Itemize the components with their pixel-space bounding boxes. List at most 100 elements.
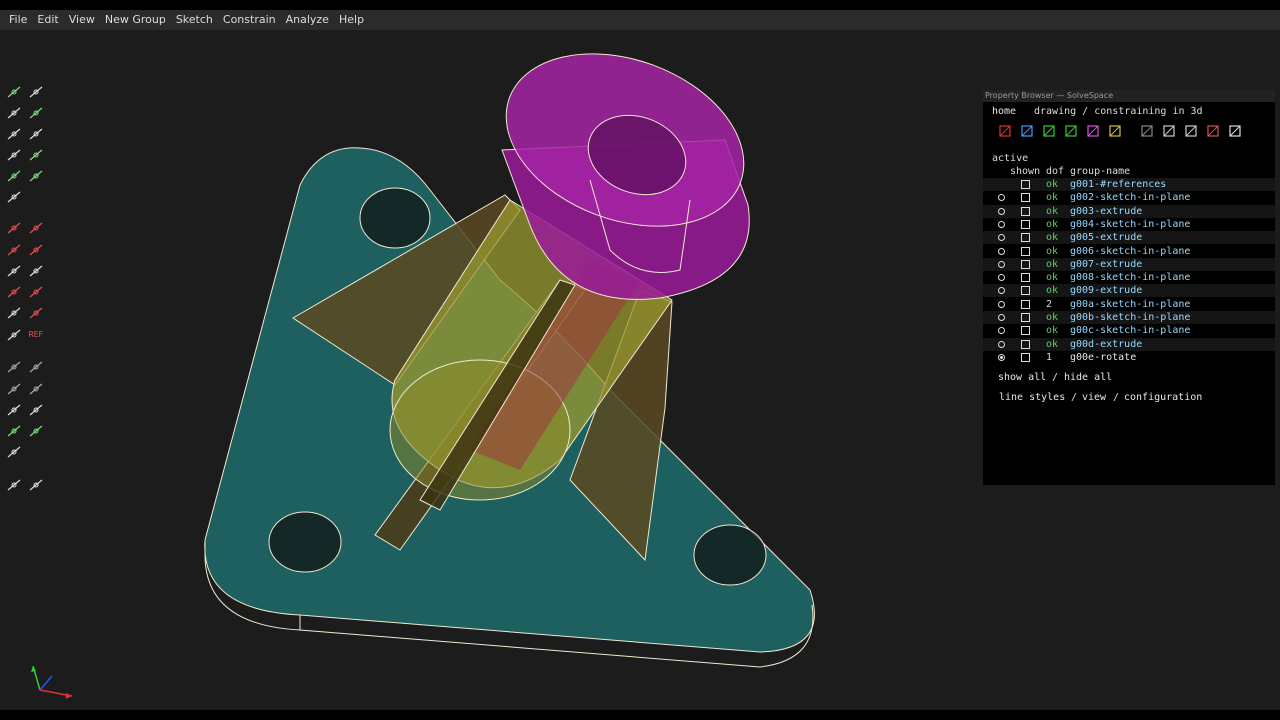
line-icon[interactable] xyxy=(5,83,23,101)
angle-constraint-icon[interactable] xyxy=(27,219,45,237)
show-points-icon[interactable] xyxy=(1041,123,1057,139)
group-row[interactable]: ok g003-extrude xyxy=(983,204,1275,218)
assemble-icon[interactable] xyxy=(5,476,23,494)
menu-view[interactable]: View xyxy=(64,10,100,30)
parallel-constraint-icon[interactable] xyxy=(5,262,23,280)
shown-checkbox[interactable] xyxy=(1021,352,1030,362)
hide-all-link[interactable]: hide all xyxy=(1064,371,1112,384)
split-curves-icon[interactable] xyxy=(5,188,23,206)
line-styles-link[interactable]: line styles xyxy=(999,391,1065,404)
circle-icon[interactable] xyxy=(5,104,23,122)
step-rotate-icon[interactable] xyxy=(27,358,45,376)
group-row[interactable]: ok g001-#references xyxy=(983,178,1275,191)
shown-checkbox[interactable] xyxy=(1021,233,1030,243)
reference-icon[interactable]: REF xyxy=(27,326,45,344)
workplane-point-icon[interactable] xyxy=(27,167,45,185)
group-row[interactable]: 1 g00e-rotate xyxy=(983,351,1275,364)
home-link[interactable]: home xyxy=(992,105,1016,118)
shown-checkbox[interactable] xyxy=(1021,286,1030,296)
menu-edit[interactable]: Edit xyxy=(32,10,63,30)
group-row[interactable]: ok g004-sketch-in-plane xyxy=(983,218,1275,231)
construction-icon[interactable] xyxy=(5,326,23,344)
distance-constraint-icon[interactable] xyxy=(5,219,23,237)
group-row[interactable]: ok g00d-extrude xyxy=(983,337,1275,351)
sketch-in-workplane-icon[interactable] xyxy=(27,422,45,440)
group-name[interactable]: g00d-extrude xyxy=(1070,338,1142,351)
active-group-radio[interactable] xyxy=(998,220,1005,228)
group-name[interactable]: g002-sketch-in-plane xyxy=(1070,191,1190,204)
show-faces-icon[interactable] xyxy=(1107,123,1123,139)
group-name[interactable]: g006-sketch-in-plane xyxy=(1070,245,1190,258)
group-name[interactable]: g007-extrude xyxy=(1070,258,1142,271)
step-translate-icon[interactable] xyxy=(5,358,23,376)
active-group-radio[interactable] xyxy=(998,260,1005,268)
group-name[interactable]: g005-extrude xyxy=(1070,231,1142,244)
show-constraints-icon[interactable] xyxy=(1085,123,1101,139)
extrude-icon[interactable] xyxy=(5,380,23,398)
horizontal-constraint-icon[interactable] xyxy=(5,241,23,259)
shown-checkbox[interactable] xyxy=(1021,273,1030,283)
group-name[interactable]: g00e-rotate xyxy=(1070,351,1136,364)
shown-checkbox[interactable] xyxy=(1021,219,1030,229)
tangent-arc-icon[interactable] xyxy=(5,146,23,164)
shown-checkbox[interactable] xyxy=(1021,180,1030,189)
show-edges-icon[interactable] xyxy=(1161,123,1177,139)
lathe-icon[interactable] xyxy=(27,380,45,398)
shown-checkbox[interactable] xyxy=(1021,339,1030,349)
equal-icon[interactable] xyxy=(5,304,23,322)
group-row[interactable]: ok g005-extrude xyxy=(983,231,1275,245)
bezier-icon[interactable] xyxy=(27,146,45,164)
rectangle-icon[interactable] xyxy=(27,83,45,101)
active-group-radio[interactable] xyxy=(998,287,1005,295)
menu-help[interactable]: Help xyxy=(334,10,369,30)
group-row[interactable]: ok g009-extrude xyxy=(983,284,1275,298)
group-row[interactable]: ok g007-extrude xyxy=(983,257,1275,271)
menu-analyze[interactable]: Analyze xyxy=(281,10,334,30)
active-group-radio[interactable] xyxy=(998,314,1005,321)
text-icon[interactable] xyxy=(5,125,23,143)
shown-checkbox[interactable] xyxy=(1021,206,1030,216)
shown-checkbox[interactable] xyxy=(1021,193,1030,203)
active-group-radio[interactable] xyxy=(998,234,1005,242)
group-name[interactable]: g004-sketch-in-plane xyxy=(1070,218,1190,231)
menu-constrain[interactable]: Constrain xyxy=(218,10,281,30)
active-group-radio[interactable] xyxy=(998,194,1005,202)
symmetric-icon[interactable] xyxy=(27,283,45,301)
shown-checkbox[interactable] xyxy=(1021,246,1030,256)
image-icon[interactable] xyxy=(27,125,45,143)
show-outlines-icon[interactable] xyxy=(1183,123,1199,139)
show-normals-icon[interactable] xyxy=(1019,123,1035,139)
helix-icon[interactable] xyxy=(5,401,23,419)
active-group-radio[interactable] xyxy=(998,353,1005,361)
perpendicular-constraint-icon[interactable] xyxy=(27,262,45,280)
group-name[interactable]: g008-sketch-in-plane xyxy=(1070,271,1190,284)
graphics-window[interactable]: REF Property Browser — SolveSpace home d… xyxy=(0,30,1280,710)
group-row[interactable]: ok g002-sketch-in-plane xyxy=(983,191,1275,204)
group-row[interactable]: ok g008-sketch-in-plane xyxy=(983,271,1275,284)
group-row[interactable]: 2 g00a-sketch-in-plane xyxy=(983,298,1275,311)
group-name[interactable]: g00c-sketch-in-plane xyxy=(1070,324,1190,337)
configuration-link[interactable]: configuration xyxy=(1124,391,1202,404)
show-hidden-lines-icon[interactable] xyxy=(1227,123,1243,139)
section-icon[interactable] xyxy=(27,476,45,494)
shown-checkbox[interactable] xyxy=(1021,299,1030,309)
menu-file[interactable]: File xyxy=(4,10,32,30)
group-row[interactable]: ok g006-sketch-in-plane xyxy=(983,245,1275,258)
menu-new-group[interactable]: New Group xyxy=(100,10,171,30)
same-orientation-icon[interactable] xyxy=(27,304,45,322)
show-construction-icon[interactable] xyxy=(1063,123,1079,139)
active-group-radio[interactable] xyxy=(998,340,1005,348)
group-name[interactable]: g00b-sketch-in-plane xyxy=(1070,311,1190,324)
group-name[interactable]: g00a-sketch-in-plane xyxy=(1070,298,1190,311)
group-name[interactable]: g009-extrude xyxy=(1070,284,1142,297)
active-group-radio[interactable] xyxy=(998,300,1005,308)
view-link[interactable]: view xyxy=(1082,391,1106,404)
show-workplanes-icon[interactable] xyxy=(997,123,1013,139)
link-file-icon[interactable] xyxy=(5,443,23,461)
active-group-radio[interactable] xyxy=(998,327,1005,335)
revolve-icon[interactable] xyxy=(27,401,45,419)
group-row[interactable]: ok g00b-sketch-in-plane xyxy=(983,311,1275,324)
active-group-radio[interactable] xyxy=(998,207,1005,215)
group-row[interactable]: ok g00c-sketch-in-plane xyxy=(983,324,1275,337)
show-shaded-icon[interactable] xyxy=(1139,123,1155,139)
